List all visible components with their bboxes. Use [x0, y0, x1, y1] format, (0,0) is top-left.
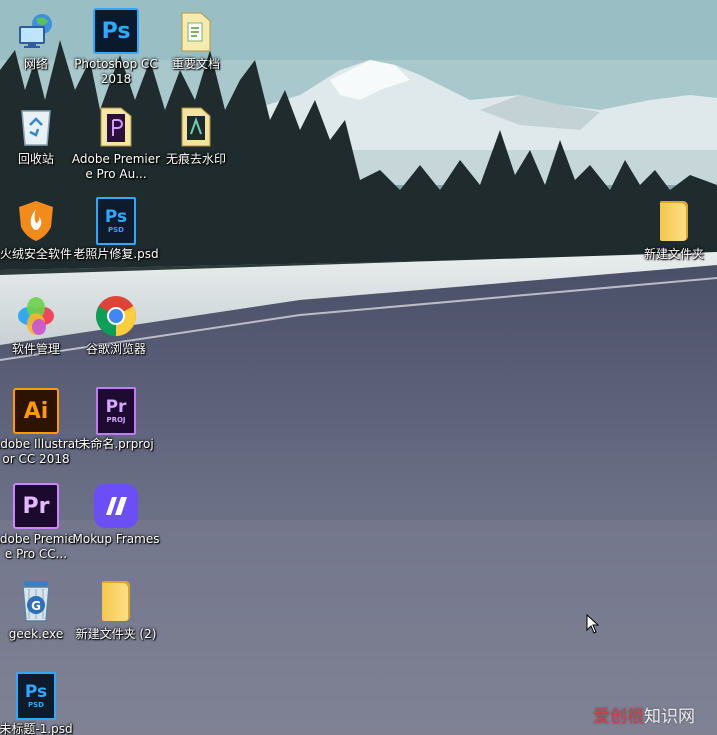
- mokup-frames-icon: [93, 483, 139, 529]
- desktop-icon-prproj[interactable]: Pr PROJ 未命名.prproj: [71, 384, 161, 476]
- site-watermark: 爱创根知识网: [593, 702, 695, 727]
- chrome-icon: [93, 293, 139, 339]
- psd-file-icon: Ps PSD: [13, 672, 59, 720]
- desktop-icon-network[interactable]: 网络: [0, 4, 81, 96]
- prproj-badge-big: Pr: [105, 396, 127, 417]
- network-icon: [13, 8, 59, 54]
- icon-label: 重要文档: [171, 57, 220, 71]
- icon-label: 未标题-1.psd: [0, 722, 73, 735]
- psd-badge-big: Ps: [104, 206, 128, 227]
- geek-logo-text: G: [31, 599, 41, 613]
- folder-shape: [660, 201, 688, 241]
- prproj-file-badge: Pr PROJ: [96, 387, 136, 435]
- desktop-icon-huorong[interactable]: 火绒安全软件: [0, 194, 81, 286]
- icon-label: 无痕去水印: [165, 152, 226, 166]
- desktop-icon-photoshop[interactable]: Ps Photoshop CC 2018: [71, 4, 161, 96]
- geek-uninstaller-icon: G: [13, 578, 59, 624]
- folder-icon: [651, 198, 697, 244]
- psd-badge-small: PSD: [28, 700, 44, 709]
- watermark-suffix: 知识网: [644, 707, 695, 727]
- document-folder-icon: [173, 8, 219, 54]
- folder-shape: [102, 581, 130, 621]
- desktop-icon-untitled-psd[interactable]: Ps PSD 未标题-1.psd: [0, 669, 81, 735]
- illustrator-icon: Ai: [13, 388, 59, 434]
- recycle-bin-icon: [13, 103, 59, 149]
- prproj-file-icon: Pr PROJ: [93, 387, 139, 435]
- desktop-icon-important-docs[interactable]: 重要文档: [151, 4, 241, 96]
- icon-label: 未命名.prproj: [78, 437, 154, 451]
- icon-label: 新建文件夹 (2): [75, 627, 157, 641]
- icon-label: Mokup Frames: [72, 532, 160, 546]
- software-manager-icon: [13, 293, 59, 339]
- desktop-icon-premiere-auto[interactable]: Adobe Premiere Pro Au...: [71, 99, 161, 191]
- premiere-auto-icon: [93, 103, 139, 149]
- folder-icon: [93, 578, 139, 624]
- premiere-icon: Pr: [13, 483, 59, 529]
- icon-label: Adobe Premiere Pro Au...: [71, 152, 161, 181]
- desktop-icon-chrome[interactable]: 谷歌浏览器: [71, 289, 161, 381]
- desktop-icon-watermark-remover[interactable]: 无痕去水印: [151, 99, 241, 191]
- desktop-icon-premiere[interactable]: Pr Adobe Premiere Pro CC...: [0, 479, 81, 571]
- watermark-brand: 爱创根: [593, 707, 644, 727]
- desktop-icon-old-photo-psd[interactable]: Ps PSD 老照片修复.psd: [71, 194, 161, 286]
- psd-badge-small: PSD: [108, 225, 124, 234]
- desktop: 网络 回收站 火绒安全软件 软件管理 Ai Adobe Illustrator …: [0, 0, 717, 735]
- psd-file-icon: Ps PSD: [93, 197, 139, 245]
- photoshop-icon: Ps: [93, 8, 139, 54]
- prproj-badge-small: PROJ: [106, 415, 126, 424]
- icon-label: Photoshop CC 2018: [74, 57, 158, 86]
- desktop-icon-new-folder-2[interactable]: 新建文件夹 (2): [71, 574, 161, 666]
- desktop-icon-software-manager[interactable]: 软件管理: [0, 289, 81, 381]
- desktop-icon-new-folder[interactable]: 新建文件夹: [629, 194, 717, 286]
- illustrator-logo-text: Ai: [13, 388, 59, 434]
- desktop-icon-mokup-frames[interactable]: Mokup Frames: [71, 479, 161, 571]
- desktop-icon-recycle-bin[interactable]: 回收站: [0, 99, 81, 191]
- mouse-cursor-icon: [586, 614, 600, 634]
- desktop-icon-illustrator[interactable]: Ai Adobe Illustrator CC 2018: [0, 384, 81, 476]
- desktop-icon-geek[interactable]: G geek.exe: [0, 574, 81, 666]
- psd-file-badge: Ps PSD: [16, 672, 56, 720]
- premiere-logo-text: Pr: [13, 483, 59, 529]
- psd-badge-big: Ps: [24, 681, 48, 702]
- icon-label: 谷歌浏览器: [85, 342, 146, 356]
- icon-label: 老照片修复.psd: [73, 247, 159, 261]
- watermark-tool-icon: [173, 103, 219, 149]
- icon-label: 新建文件夹: [643, 247, 704, 261]
- huorong-security-icon: [13, 198, 59, 244]
- photoshop-logo-text: Ps: [93, 8, 139, 54]
- psd-file-badge: Ps PSD: [96, 197, 136, 245]
